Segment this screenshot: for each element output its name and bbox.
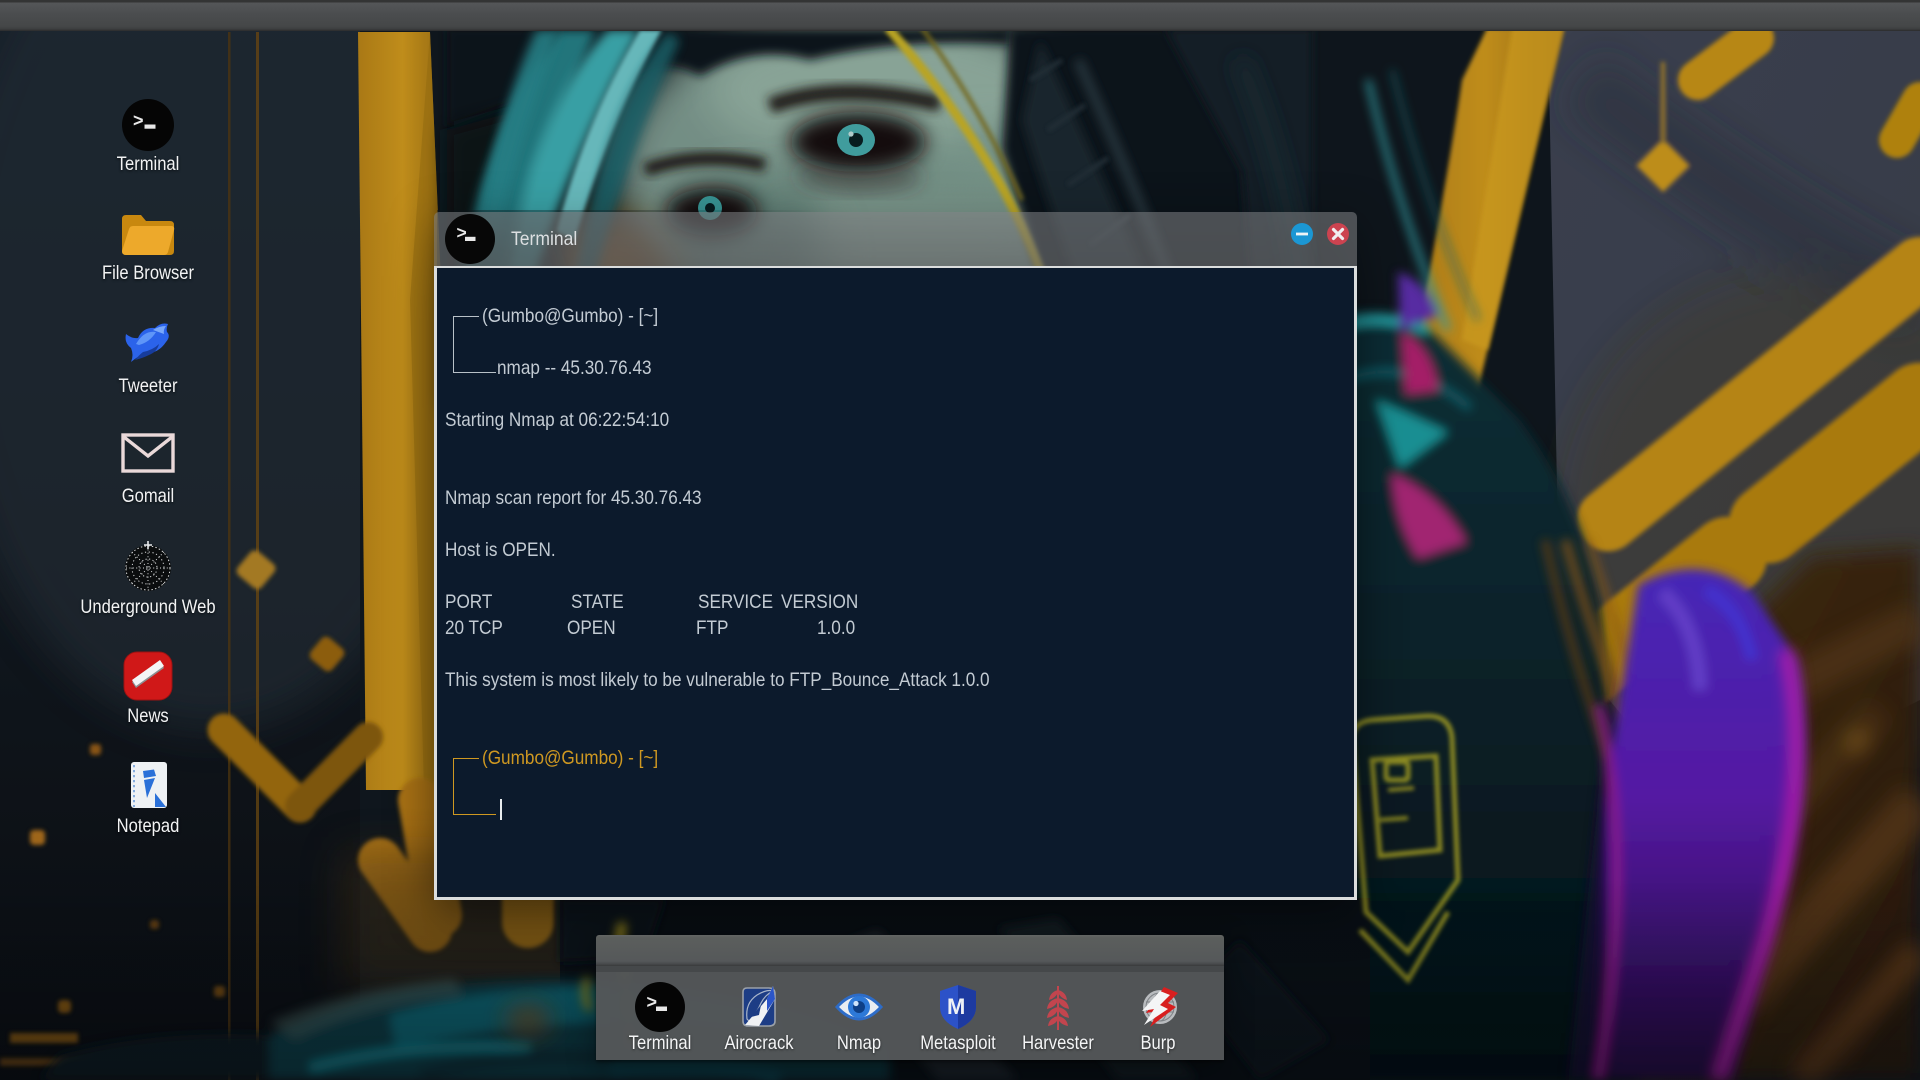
svg-text:M: M	[947, 994, 965, 1019]
svg-text:>: >	[133, 111, 144, 131]
svg-text:>: >	[647, 992, 658, 1012]
